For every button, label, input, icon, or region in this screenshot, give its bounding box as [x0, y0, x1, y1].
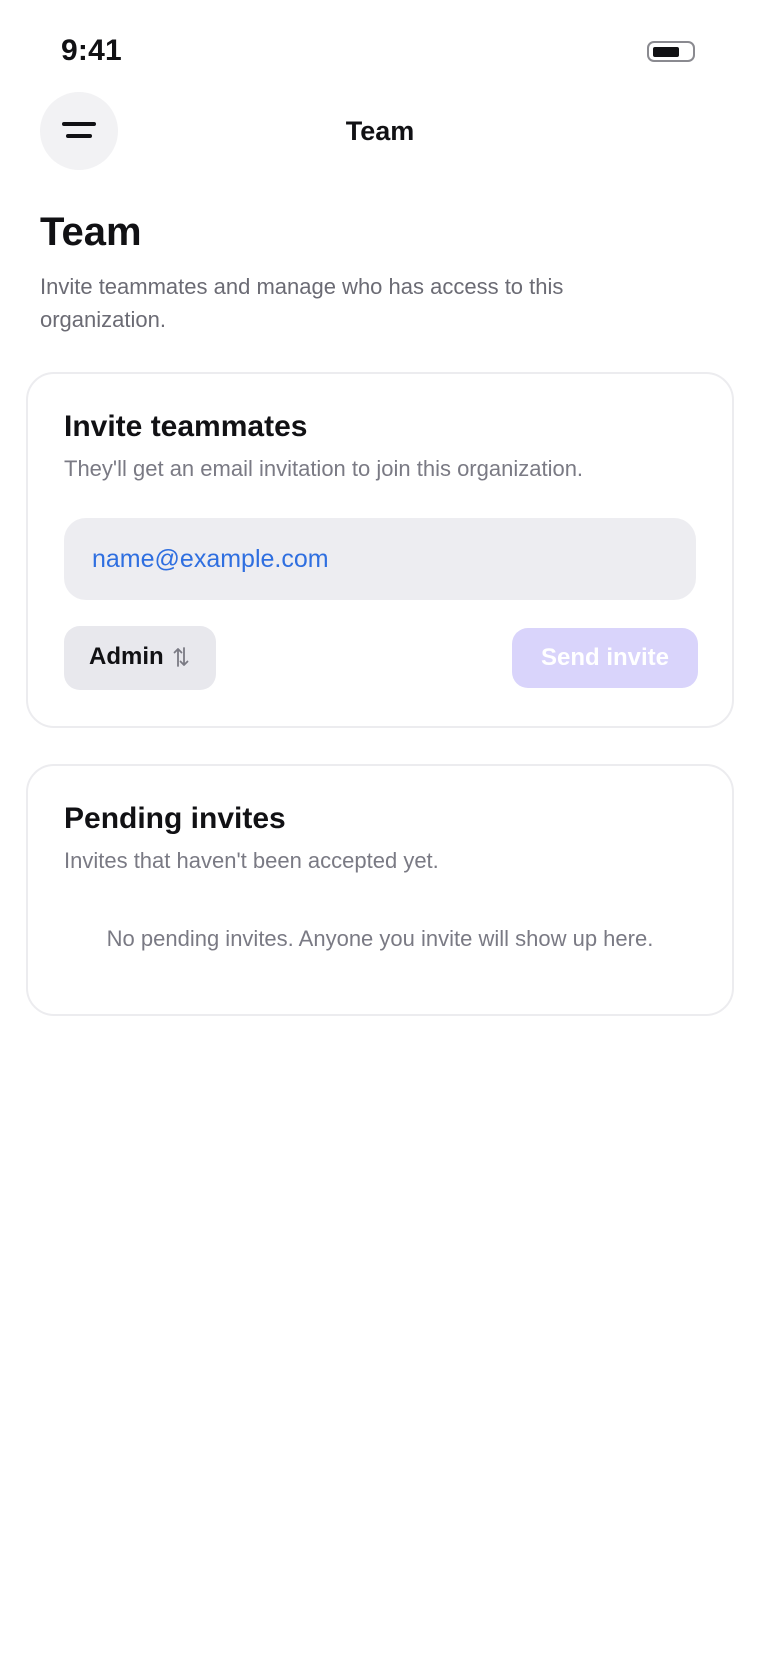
empty-state-message: No pending invites. Anyone you invite wi…: [106, 926, 654, 951]
up-down-arrows-icon: [173, 647, 189, 667]
invite-card-title: Invite teammates: [64, 410, 308, 443]
battery-icon: [647, 41, 695, 62]
invite-card-description: They'll get an email invitation to join …: [64, 456, 584, 481]
invite-card: Invite teammates They'll get an email in…: [26, 372, 734, 728]
status-time: 9:41: [61, 34, 122, 67]
role-select[interactable]: Admin: [64, 626, 216, 690]
pending-invites-title: Pending invites: [64, 802, 286, 835]
email-input[interactable]: [64, 518, 696, 600]
battery-level: [653, 46, 679, 57]
pending-invites-card: Pending invites Invites that haven't bee…: [26, 764, 734, 1016]
nav-bar: Team: [0, 92, 760, 172]
page-subtitle: Invite teammates and manage who has acce…: [40, 274, 564, 332]
role-select-label: Admin: [89, 643, 164, 670]
send-invite-button[interactable]: Send invite: [512, 628, 698, 688]
page-title: Team: [40, 210, 142, 254]
status-bar: 9:41: [0, 0, 760, 90]
pending-invites-description: Invites that haven't been accepted yet.: [64, 848, 439, 873]
nav-title: Team: [345, 116, 415, 146]
